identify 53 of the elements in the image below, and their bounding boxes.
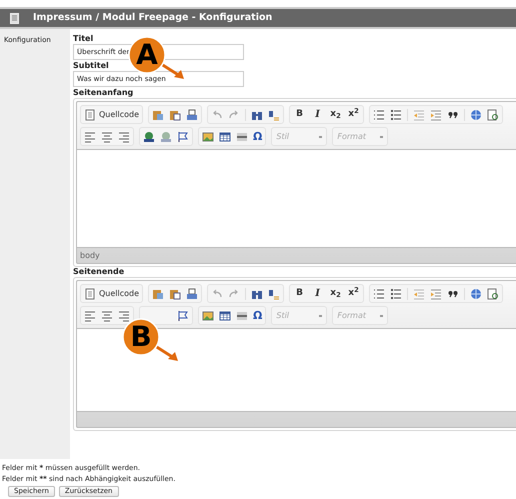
special-character-button[interactable]: Ω	[253, 310, 262, 321]
bold-button[interactable]: B	[293, 110, 306, 119]
document-icon[interactable]	[84, 108, 96, 120]
align-right-icon[interactable]	[118, 310, 130, 322]
flag-icon[interactable]	[177, 310, 189, 322]
indent-icon[interactable]	[430, 108, 442, 120]
print-icon[interactable]	[186, 288, 198, 300]
table-icon[interactable]	[219, 130, 231, 142]
table-icon[interactable]	[219, 310, 231, 322]
align-left-icon[interactable]	[84, 130, 96, 142]
bullet-list-icon[interactable]	[390, 288, 402, 300]
bullet-list-icon[interactable]	[390, 108, 402, 120]
flag-icon[interactable]	[177, 130, 189, 142]
paste-icon[interactable]	[152, 108, 164, 120]
subscript-button[interactable]: x$_{2}$	[329, 289, 342, 298]
special-character-button[interactable]: Ω	[253, 131, 262, 142]
paste-icon[interactable]	[152, 288, 164, 300]
align-right-icon[interactable]	[118, 130, 130, 142]
subscript-button[interactable]: x$_{2}$	[329, 110, 342, 119]
italic-button[interactable]: I	[311, 288, 324, 298]
field-label: Seitenanfang	[73, 88, 134, 98]
numbered-list-icon[interactable]	[373, 108, 386, 120]
bold-button[interactable]: B	[293, 289, 306, 298]
paste-text-icon[interactable]	[169, 288, 182, 300]
print-icon[interactable]	[186, 108, 198, 120]
image-icon[interactable]	[202, 310, 214, 322]
image-icon[interactable]	[202, 130, 214, 142]
field-label: Titel	[73, 34, 94, 44]
field-label: Seitenende	[73, 267, 126, 277]
align-left-icon[interactable]	[84, 310, 96, 322]
source-button[interactable]: Quellcode	[80, 105, 144, 124]
align-center-icon[interactable]	[101, 310, 113, 322]
superscript-button[interactable]: x$^{2}$	[347, 110, 360, 119]
indent-icon[interactable]	[430, 288, 442, 300]
paste-text-icon[interactable]	[169, 108, 182, 120]
italic-button[interactable]: I	[311, 110, 324, 120]
numbered-list-icon[interactable]	[373, 288, 386, 300]
preview-icon[interactable]	[487, 288, 500, 300]
globe-icon[interactable]	[470, 288, 482, 300]
window-title: Impressum / Modul Freepage - Konfiguration	[33, 10, 272, 25]
field-label: Subtitel	[73, 61, 110, 71]
link-globe-icon[interactable]	[143, 130, 155, 142]
superscript-button[interactable]: x$^{2}$	[347, 289, 360, 298]
preview-icon[interactable]	[487, 108, 500, 120]
callout-badge: B	[122, 318, 190, 364]
replace-icon[interactable]	[268, 108, 280, 120]
document-icon	[10, 12, 19, 24]
replace-icon[interactable]	[268, 288, 280, 300]
document-icon[interactable]	[84, 288, 96, 300]
element-path: body	[80, 250, 100, 262]
globe-icon[interactable]	[470, 108, 482, 120]
align-center-icon[interactable]	[101, 130, 113, 142]
source-button[interactable]: Quellcode	[80, 284, 144, 303]
